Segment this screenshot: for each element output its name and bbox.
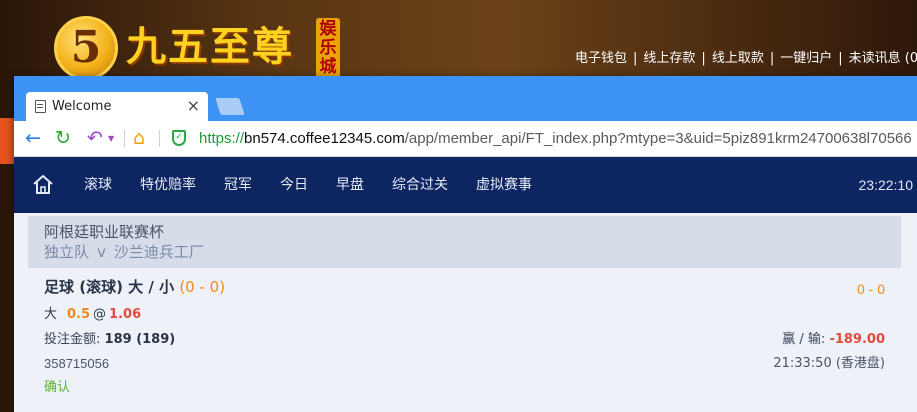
match-teams: 独立队 v 沙兰迪兵工厂 [44,243,204,262]
match-header: 阿根廷职业联赛杯 独立队 v 沙兰迪兵工厂 [28,216,901,268]
browser-window: Welcome × ← ↻ ↶ ▼ ⌂ ✓ https://bn574.coff… [14,76,917,412]
browser-tabstrip: Welcome × [14,76,917,121]
toolbar-divider [124,130,125,147]
nav-item-parlay[interactable]: 综合过关 [392,176,448,194]
status-badge: 确认 [44,380,71,395]
site-logo-badge: 娱乐城 [316,18,340,78]
home-team: 独立队 [44,243,90,261]
browser-toolbar: ← ↻ ↶ ▼ ⌂ ✓ https://bn574.coffee12345.co… [14,121,917,157]
nav-separator: | [769,51,775,66]
home-icon[interactable]: ⌂ [128,127,150,149]
toolbar-divider [159,130,160,147]
nav-link-messages[interactable]: 未读讯息 (0 [849,51,917,66]
bet-handicap: 0.5 [67,307,91,322]
nav-item-today[interactable]: 今日 [280,176,308,194]
league-name: 阿根廷职业联赛杯 [44,223,165,241]
stake-value: 189 (189) [104,332,176,347]
vs-label: v [97,243,106,261]
chevron-down-icon[interactable]: ▼ [108,135,114,143]
away-team: 沙兰迪兵工厂 [113,243,204,261]
nav-menu: 滚球 特优赔率 冠军 今日 早盘 综合过关 虚拟赛事 [84,176,560,194]
ticket-id: 358715056 [44,356,110,371]
clock: 23:22:10 [858,177,914,193]
win-loss-value: -189.00 [829,332,885,347]
url-host: bn574.coffee12345.com [244,130,405,147]
page-icon [35,100,46,113]
win-loss: 赢 / 输: -189.00 [782,331,885,348]
browser-tab[interactable]: Welcome × [26,92,208,121]
close-icon[interactable]: × [187,96,200,116]
bet-selection: 大 0.5 @1.06 [44,306,141,323]
bet-odds: 1.06 [109,307,142,322]
stake-label: 投注金额: [44,332,101,347]
nav-item-early[interactable]: 早盘 [336,176,364,194]
background-side-strip [0,118,14,164]
nav-item-virtual[interactable]: 虚拟赛事 [476,176,532,194]
stake-amount: 投注金额: 189 (189) [44,331,175,348]
bet-pick: 大 [44,307,58,322]
site-logo-icon: 5 [54,16,118,80]
nav-item-outrights[interactable]: 冠军 [224,176,252,194]
bet-market: 足球 (滚球) 大 / 小 [44,278,175,296]
url-scheme: https:// [199,130,245,147]
new-tab-button[interactable] [215,98,245,115]
nav-separator: | [838,51,843,66]
shield-icon[interactable]: ✓ [172,130,186,146]
bet-title: 足球 (滚球) 大 / 小 (0 - 0) [44,278,225,297]
home-icon[interactable] [32,173,54,195]
nav-link-deposit[interactable]: 线上存款 [643,51,695,66]
nav-item-inplay[interactable]: 滚球 [84,176,112,194]
url-path: /app/member_api/FT_index.php?mtype=3&uid… [404,130,912,147]
bet-score: (0 - 0) [179,278,226,296]
win-loss-label: 赢 / 输: [782,332,826,347]
nav-separator: | [633,51,638,66]
nav-link-wallet[interactable]: 电子钱包 [575,51,627,66]
undo-icon[interactable]: ↶ [84,127,106,149]
at-symbol: @ [93,307,107,322]
site-top-nav: 电子钱包 | 线上存款 | 线上取款 | 一键归户 | 未读讯息 (0 [575,50,917,68]
bet-slip: 阿根廷职业联赛杯 独立队 v 沙兰迪兵工厂 足球 (滚球) 大 / 小 (0 - 0… [14,213,917,412]
nav-link-consolidate[interactable]: 一键归户 [780,51,832,66]
site-logo-text: 九五至尊 [126,23,294,70]
nav-item-best-odds[interactable]: 特优赔率 [140,176,196,194]
main-navbar: 滚球 特优赔率 冠军 今日 早盘 综合过关 虚拟赛事 23:22:10 [14,157,917,213]
nav-separator: | [701,51,706,66]
nav-link-withdraw[interactable]: 线上取款 [712,51,764,66]
tab-title: Welcome [52,99,112,114]
reload-icon[interactable]: ↻ [52,127,74,149]
address-bar[interactable]: https://bn574.coffee12345.com/app/member… [199,129,917,149]
ticket-time: 21:33:50 (香港盘) [773,356,885,371]
back-arrow-icon[interactable]: ← [22,127,44,149]
current-score: 0 - 0 [856,281,885,297]
